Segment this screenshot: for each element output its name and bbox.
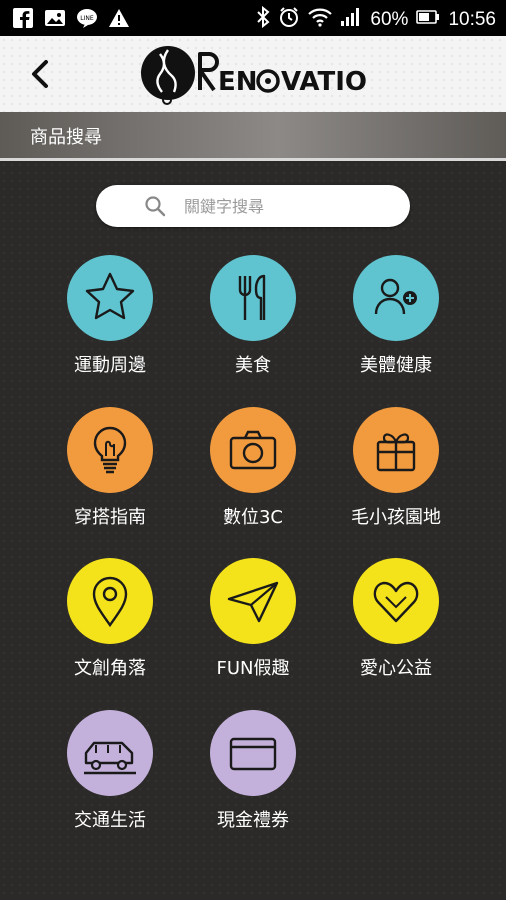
wifi-icon	[308, 7, 333, 33]
battery-level: 60%	[370, 9, 409, 30]
category-label: 現金禮券	[217, 810, 289, 831]
status-bar: LINE 60% 10:56	[0, 0, 506, 36]
category-label: 運動周邊	[74, 355, 146, 376]
clock-time: 10:56	[448, 9, 496, 30]
warning-icon	[108, 7, 130, 29]
paper-plane-icon	[227, 581, 279, 623]
svg-text:LINE: LINE	[80, 15, 94, 22]
category-creative[interactable]: 文創角落	[44, 558, 174, 686]
category-label: 美食	[235, 355, 271, 376]
category-label: 愛心公益	[360, 658, 432, 679]
search-icon	[145, 196, 166, 217]
svg-text:EN: EN	[218, 67, 258, 97]
fork-knife-icon	[238, 274, 266, 320]
search-bar[interactable]	[96, 185, 410, 227]
category-beauty-health[interactable]: 美體健康	[330, 255, 460, 383]
alarm-icon	[278, 6, 300, 34]
app-header: EN VATIO	[0, 36, 506, 112]
category-label: 交通生活	[74, 810, 146, 831]
user-add-icon	[374, 278, 417, 315]
search-input[interactable]	[184, 191, 384, 221]
car-icon	[84, 741, 136, 775]
category-circle	[67, 558, 153, 644]
battery-icon	[416, 9, 440, 31]
category-food[interactable]: 美食	[187, 255, 317, 383]
star-icon	[85, 272, 135, 320]
back-chevron-icon	[32, 60, 48, 88]
category-transport[interactable]: 交通生活	[44, 710, 174, 838]
category-circle	[353, 558, 439, 644]
category-label: 美體健康	[360, 355, 432, 376]
category-circle	[210, 407, 296, 493]
signal-icon	[340, 7, 362, 33]
svg-text:VATIO: VATIO	[281, 67, 367, 97]
page-title: 商品搜尋	[30, 127, 102, 148]
gift-icon	[376, 433, 416, 472]
category-label: 文創角落	[74, 658, 146, 679]
category-gift-voucher[interactable]: 現金禮券	[187, 710, 317, 838]
category-circle	[210, 255, 296, 341]
category-circle	[210, 558, 296, 644]
category-circle	[67, 255, 153, 341]
category-circle	[353, 407, 439, 493]
bluetooth-icon	[256, 5, 270, 34]
location-pin-icon	[92, 576, 128, 628]
page-title-bar: 商品搜尋	[0, 112, 506, 158]
category-label: 數位3C	[222, 507, 284, 528]
back-button[interactable]	[24, 56, 60, 92]
heart-icon	[373, 581, 419, 623]
category-label: FUN假趣	[216, 658, 290, 679]
category-circle	[67, 710, 153, 796]
gallery-icon	[44, 7, 66, 29]
category-sports[interactable]: 運動周邊	[44, 255, 174, 383]
line-icon: LINE	[76, 7, 98, 29]
category-pets[interactable]: 毛小孩園地	[330, 407, 460, 535]
camera-icon	[229, 430, 277, 470]
category-charity[interactable]: 愛心公益	[330, 558, 460, 686]
category-circle	[210, 710, 296, 796]
card-icon	[229, 737, 277, 771]
category-fashion[interactable]: 穿搭指南	[44, 407, 174, 535]
category-fun-holiday[interactable]: FUN假趣	[187, 558, 317, 686]
category-label: 穿搭指南	[74, 507, 146, 528]
brand-logo: EN VATIO	[138, 40, 378, 108]
category-digital-3c[interactable]: 數位3C	[187, 407, 317, 535]
facebook-icon	[12, 7, 34, 29]
lightbulb-icon	[93, 426, 127, 474]
category-label: 毛小孩園地	[351, 507, 441, 528]
category-circle	[353, 255, 439, 341]
category-circle	[67, 407, 153, 493]
category-grid-area: 運動周邊 美食 美體健康 穿搭指南 數位3C 毛小孩園地 文	[0, 161, 506, 900]
